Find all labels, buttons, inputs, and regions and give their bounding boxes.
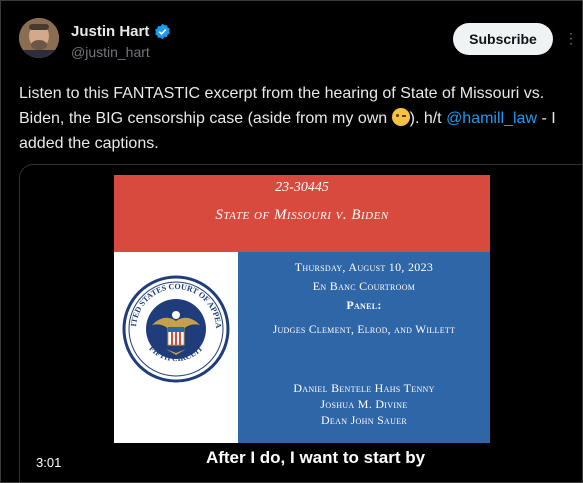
tweet-card: Justin Hart @justin_hart Subscribe ⋮ Lis… [0, 0, 583, 483]
seal-panel: UNITED STATES COURT OF APPEALS FIFTH CIR… [114, 252, 238, 443]
hearing-date: Thursday, August 10, 2023 [294, 260, 434, 274]
video-caption: After I do, I want to start by [20, 448, 582, 468]
slide-info-panel: Thursday, August 10, 2023 En Banc Courtr… [238, 252, 490, 443]
tweet-header: Justin Hart @justin_hart Subscribe ⋮ Lis… [1, 1, 582, 163]
counsel-2: Joshua M. Divine [320, 397, 408, 411]
tweet-text-part2: ). h/t [409, 110, 447, 127]
panel-label: Panel: [346, 298, 382, 312]
author-display-name[interactable]: Justin Hart [71, 23, 149, 40]
counsel-3: Dean John Sauer [320, 413, 408, 427]
subscribe-button[interactable]: Subscribe [453, 23, 553, 55]
avatar[interactable] [19, 18, 59, 58]
hearing-room: En Banc Courtroom [312, 279, 416, 293]
tweet-text: Listen to this FANTASTIC excerpt from th… [19, 81, 569, 156]
case-number: 23-30445 [275, 180, 329, 195]
counsel-1: Daniel Bentele Hahs Tenny [293, 381, 435, 395]
caption-text: After I do, I want to start by [205, 448, 426, 467]
winking-face-icon [391, 108, 410, 126]
author-handle[interactable]: @justin_hart [71, 44, 150, 60]
mention-link[interactable]: @hamill_law [446, 110, 537, 127]
court-seal-icon: UNITED STATES COURT OF APPEALS FIFTH CIR… [122, 275, 230, 383]
slide-header-band: 23-30445 State of Missouri v. Biden [114, 175, 490, 252]
judges-line: Judges Clement, Elrod, and Willett [272, 324, 456, 336]
avatar-image [19, 18, 59, 58]
case-title: State of Missouri v. Biden [215, 207, 389, 223]
video-player[interactable]: 23-30445 State of Missouri v. Biden UNIT… [19, 164, 582, 482]
video-frame-slide: 23-30445 State of Missouri v. Biden UNIT… [114, 175, 490, 443]
author-name-row: Justin Hart [71, 23, 171, 40]
verified-badge-icon [155, 23, 171, 40]
more-icon[interactable]: ⋮ [563, 28, 579, 48]
